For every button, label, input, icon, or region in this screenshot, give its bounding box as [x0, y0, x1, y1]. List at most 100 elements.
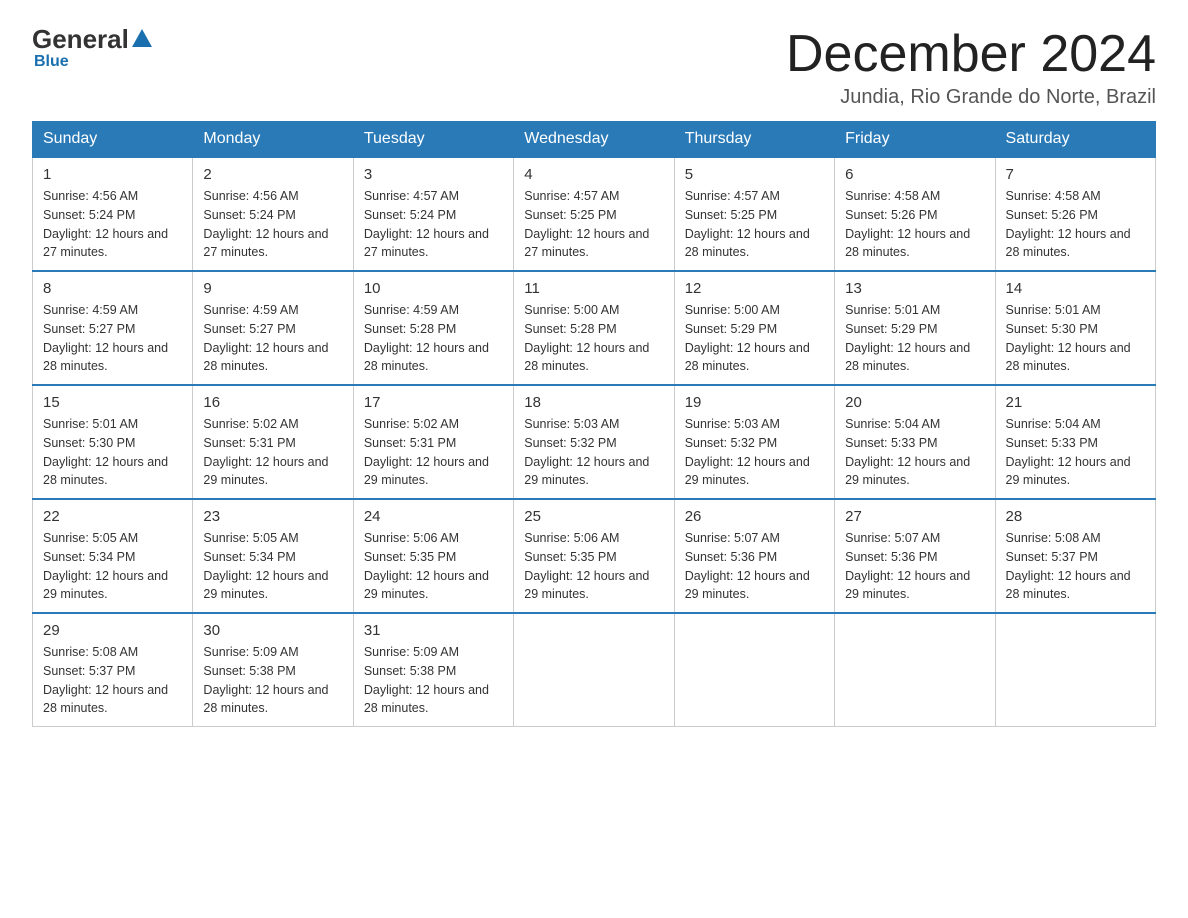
calendar-cell: 22 Sunrise: 5:05 AMSunset: 5:34 PMDayligh…: [33, 499, 193, 613]
day-number: 11: [524, 280, 663, 297]
weekday-header-tuesday: Tuesday: [353, 122, 513, 158]
calendar-cell: [835, 613, 995, 727]
day-number: 23: [203, 508, 342, 525]
day-info: Sunrise: 5:05 AMSunset: 5:34 PMDaylight:…: [43, 529, 182, 604]
title-area: December 2024 Jundia, Rio Grande do Nort…: [786, 24, 1156, 109]
day-number: 16: [203, 394, 342, 411]
day-number: 7: [1006, 166, 1145, 183]
calendar-cell: 7 Sunrise: 4:58 AMSunset: 5:26 PMDaylight…: [995, 157, 1155, 271]
day-number: 21: [1006, 394, 1145, 411]
day-info: Sunrise: 5:03 AMSunset: 5:32 PMDaylight:…: [685, 415, 824, 490]
day-number: 12: [685, 280, 824, 297]
calendar-cell: [674, 613, 834, 727]
day-number: 22: [43, 508, 182, 525]
day-info: Sunrise: 5:01 AMSunset: 5:29 PMDaylight:…: [845, 301, 984, 376]
day-info: Sunrise: 4:59 AMSunset: 5:27 PMDaylight:…: [203, 301, 342, 376]
calendar-cell: 5Sunrise: 4:57 AMSunset: 5:25 PMDaylight…: [674, 157, 834, 271]
day-info: Sunrise: 5:04 AMSunset: 5:33 PMDaylight:…: [1006, 415, 1145, 490]
day-number: 24: [364, 508, 503, 525]
day-info: Sunrise: 5:01 AMSunset: 5:30 PMDaylight:…: [43, 415, 182, 490]
day-info: Sunrise: 5:07 AMSunset: 5:36 PMDaylight:…: [685, 529, 824, 604]
calendar-cell: 24 Sunrise: 5:06 AMSunset: 5:35 PMDayligh…: [353, 499, 513, 613]
calendar-cell: 1Sunrise: 4:56 AMSunset: 5:24 PMDaylight…: [33, 157, 193, 271]
day-number: 29: [43, 622, 182, 639]
day-number: 2: [203, 166, 342, 183]
calendar-cell: 18 Sunrise: 5:03 AMSunset: 5:32 PMDayligh…: [514, 385, 674, 499]
weekday-header-row: SundayMondayTuesdayWednesdayThursdayFrid…: [33, 122, 1156, 158]
calendar-cell: [995, 613, 1155, 727]
calendar-cell: 3 Sunrise: 4:57 AMSunset: 5:24 PMDaylight…: [353, 157, 513, 271]
calendar-cell: 30Sunrise: 5:09 AMSunset: 5:38 PMDayligh…: [193, 613, 353, 727]
day-info: Sunrise: 4:56 AMSunset: 5:24 PMDaylight:…: [43, 187, 182, 262]
calendar-cell: 13 Sunrise: 5:01 AMSunset: 5:29 PMDayligh…: [835, 271, 995, 385]
logo: General Blue: [32, 24, 152, 71]
day-number: 10: [364, 280, 503, 297]
logo-triangle-icon: [132, 29, 152, 47]
month-year-title: December 2024: [786, 24, 1156, 84]
day-info: Sunrise: 5:05 AMSunset: 5:34 PMDaylight:…: [203, 529, 342, 604]
day-number: 3: [364, 166, 503, 183]
day-info: Sunrise: 5:08 AMSunset: 5:37 PMDaylight:…: [1006, 529, 1145, 604]
weekday-header-friday: Friday: [835, 122, 995, 158]
calendar-cell: 27Sunrise: 5:07 AMSunset: 5:36 PMDayligh…: [835, 499, 995, 613]
calendar-table: SundayMondayTuesdayWednesdayThursdayFrid…: [32, 121, 1156, 727]
weekday-header-thursday: Thursday: [674, 122, 834, 158]
day-number: 27: [845, 508, 984, 525]
day-info: Sunrise: 5:00 AMSunset: 5:28 PMDaylight:…: [524, 301, 663, 376]
day-number: 25: [524, 508, 663, 525]
weekday-header-saturday: Saturday: [995, 122, 1155, 158]
calendar-cell: 23 Sunrise: 5:05 AMSunset: 5:34 PMDayligh…: [193, 499, 353, 613]
weekday-header-wednesday: Wednesday: [514, 122, 674, 158]
calendar-cell: 21 Sunrise: 5:04 AMSunset: 5:33 PMDayligh…: [995, 385, 1155, 499]
logo-blue: Blue: [34, 53, 69, 71]
calendar-cell: 29 Sunrise: 5:08 AMSunset: 5:37 PMDayligh…: [33, 613, 193, 727]
weekday-header-monday: Monday: [193, 122, 353, 158]
calendar-week-row: 29 Sunrise: 5:08 AMSunset: 5:37 PMDayligh…: [33, 613, 1156, 727]
calendar-cell: 9 Sunrise: 4:59 AMSunset: 5:27 PMDaylight…: [193, 271, 353, 385]
calendar-cell: 15Sunrise: 5:01 AMSunset: 5:30 PMDayligh…: [33, 385, 193, 499]
day-info: Sunrise: 5:08 AMSunset: 5:37 PMDaylight:…: [43, 643, 182, 718]
calendar-week-row: 15Sunrise: 5:01 AMSunset: 5:30 PMDayligh…: [33, 385, 1156, 499]
calendar-week-row: 1Sunrise: 4:56 AMSunset: 5:24 PMDaylight…: [33, 157, 1156, 271]
day-info: Sunrise: 4:57 AMSunset: 5:25 PMDaylight:…: [685, 187, 824, 262]
day-number: 28: [1006, 508, 1145, 525]
page-header: General Blue December 2024 Jundia, Rio G…: [32, 24, 1156, 109]
day-info: Sunrise: 4:57 AMSunset: 5:24 PMDaylight:…: [364, 187, 503, 262]
day-number: 13: [845, 280, 984, 297]
day-number: 31: [364, 622, 503, 639]
day-info: Sunrise: 5:09 AMSunset: 5:38 PMDaylight:…: [364, 643, 503, 718]
calendar-cell: 19 Sunrise: 5:03 AMSunset: 5:32 PMDayligh…: [674, 385, 834, 499]
day-info: Sunrise: 5:00 AMSunset: 5:29 PMDaylight:…: [685, 301, 824, 376]
day-info: Sunrise: 4:59 AMSunset: 5:27 PMDaylight:…: [43, 301, 182, 376]
day-info: Sunrise: 5:06 AMSunset: 5:35 PMDaylight:…: [524, 529, 663, 604]
day-info: Sunrise: 4:59 AMSunset: 5:28 PMDaylight:…: [364, 301, 503, 376]
day-number: 8: [43, 280, 182, 297]
day-number: 17: [364, 394, 503, 411]
day-info: Sunrise: 5:01 AMSunset: 5:30 PMDaylight:…: [1006, 301, 1145, 376]
calendar-cell: 17Sunrise: 5:02 AMSunset: 5:31 PMDayligh…: [353, 385, 513, 499]
calendar-cell: 12 Sunrise: 5:00 AMSunset: 5:29 PMDayligh…: [674, 271, 834, 385]
calendar-cell: 4 Sunrise: 4:57 AMSunset: 5:25 PMDaylight…: [514, 157, 674, 271]
day-info: Sunrise: 5:06 AMSunset: 5:35 PMDaylight:…: [364, 529, 503, 604]
calendar-cell: [514, 613, 674, 727]
day-info: Sunrise: 5:03 AMSunset: 5:32 PMDaylight:…: [524, 415, 663, 490]
calendar-cell: 16Sunrise: 5:02 AMSunset: 5:31 PMDayligh…: [193, 385, 353, 499]
calendar-cell: 6Sunrise: 4:58 AMSunset: 5:26 PMDaylight…: [835, 157, 995, 271]
weekday-header-sunday: Sunday: [33, 122, 193, 158]
day-number: 18: [524, 394, 663, 411]
day-number: 19: [685, 394, 824, 411]
day-info: Sunrise: 5:04 AMSunset: 5:33 PMDaylight:…: [845, 415, 984, 490]
day-number: 20: [845, 394, 984, 411]
day-number: 6: [845, 166, 984, 183]
day-number: 4: [524, 166, 663, 183]
calendar-week-row: 8 Sunrise: 4:59 AMSunset: 5:27 PMDaylight…: [33, 271, 1156, 385]
location-subtitle: Jundia, Rio Grande do Norte, Brazil: [786, 86, 1156, 109]
logo-text: General: [32, 24, 152, 55]
calendar-cell: 28 Sunrise: 5:08 AMSunset: 5:37 PMDayligh…: [995, 499, 1155, 613]
day-number: 9: [203, 280, 342, 297]
calendar-cell: 25 Sunrise: 5:06 AMSunset: 5:35 PMDayligh…: [514, 499, 674, 613]
day-info: Sunrise: 4:58 AMSunset: 5:26 PMDaylight:…: [1006, 187, 1145, 262]
day-info: Sunrise: 4:57 AMSunset: 5:25 PMDaylight:…: [524, 187, 663, 262]
calendar-week-row: 22 Sunrise: 5:05 AMSunset: 5:34 PMDayligh…: [33, 499, 1156, 613]
calendar-cell: 10 Sunrise: 4:59 AMSunset: 5:28 PMDayligh…: [353, 271, 513, 385]
